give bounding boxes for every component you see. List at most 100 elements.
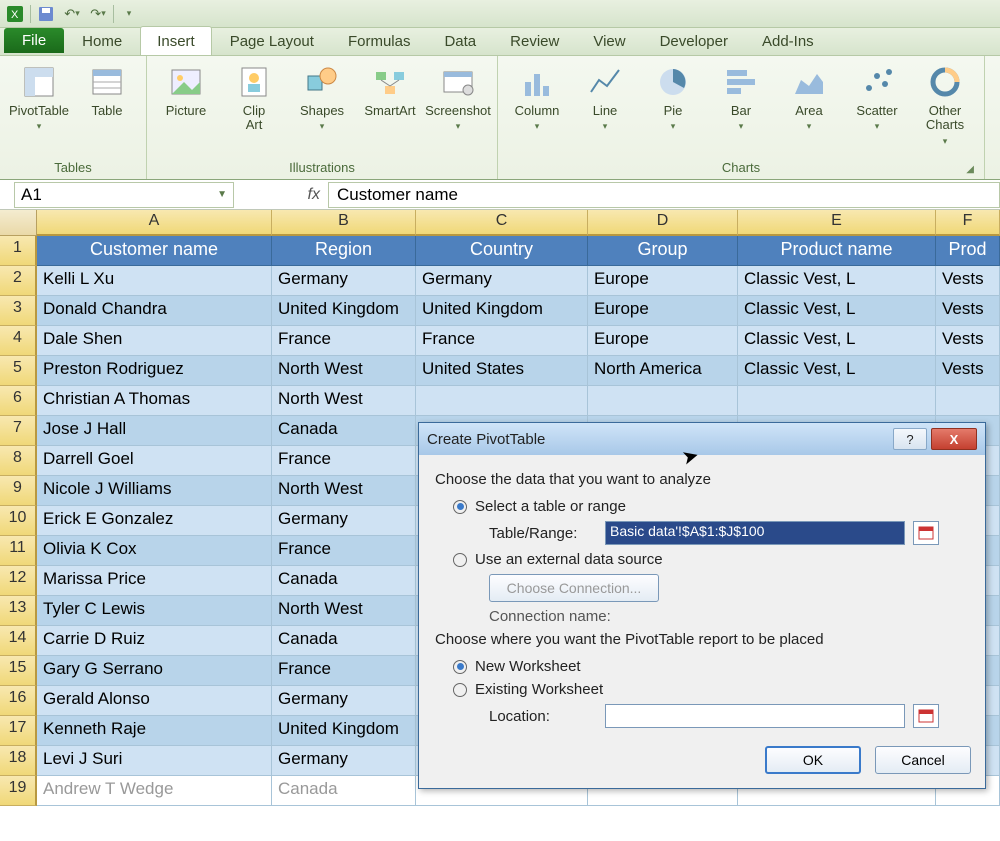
row-header[interactable]: 17 (0, 716, 37, 746)
cell[interactable]: Donald Chandra (37, 296, 272, 326)
cell[interactable]: Germany (272, 686, 416, 716)
cell[interactable]: North America (588, 356, 738, 386)
row-header[interactable]: 11 (0, 536, 37, 566)
ribbon-shapes-button[interactable]: Shapes▾ (291, 60, 353, 135)
cell[interactable]: Dale Shen (37, 326, 272, 356)
location-input[interactable] (605, 704, 905, 728)
qat-customize-icon[interactable]: ▾ (118, 3, 140, 25)
row-header[interactable]: 3 (0, 296, 37, 326)
row-header[interactable]: 16 (0, 686, 37, 716)
formula-bar[interactable]: Customer name (328, 182, 1000, 208)
ribbon-smartart-button[interactable]: SmartArt (359, 60, 421, 120)
cell[interactable]: Europe (588, 296, 738, 326)
close-button[interactable]: X (931, 428, 977, 450)
ribbon-area-button[interactable]: Area▾ (778, 60, 840, 135)
undo-icon[interactable]: ↶ ▾ (61, 3, 83, 25)
tab-home[interactable]: Home (66, 27, 138, 55)
dialog-titlebar[interactable]: Create PivotTable ? X (419, 423, 985, 455)
cell[interactable]: Europe (588, 326, 738, 356)
ribbon-other-charts-button[interactable]: OtherCharts▾ (914, 60, 976, 149)
row-header[interactable]: 5 (0, 356, 37, 386)
row-header[interactable]: 8 (0, 446, 37, 476)
cell[interactable]: United Kingdom (272, 716, 416, 746)
column-header[interactable]: E (738, 210, 936, 236)
column-label-cell[interactable]: Group (588, 236, 738, 266)
cell[interactable]: Germany (272, 746, 416, 776)
collapse-dialog-icon[interactable] (913, 521, 939, 545)
cell[interactable]: Canada (272, 566, 416, 596)
cell[interactable]: France (272, 446, 416, 476)
cell[interactable]: United Kingdom (272, 296, 416, 326)
cell[interactable]: France (416, 326, 588, 356)
cell[interactable]: Erick E Gonzalez (37, 506, 272, 536)
column-label-cell[interactable]: Region (272, 236, 416, 266)
row-header[interactable]: 6 (0, 386, 37, 416)
cell[interactable]: Vests (936, 296, 1000, 326)
cell[interactable]: France (272, 656, 416, 686)
cell[interactable]: North West (272, 596, 416, 626)
cell[interactable]: North West (272, 356, 416, 386)
cell[interactable]: Canada (272, 626, 416, 656)
cell[interactable]: Canada (272, 776, 416, 806)
row-header[interactable]: 12 (0, 566, 37, 596)
ribbon-column-button[interactable]: Column▾ (506, 60, 568, 135)
column-label-cell[interactable]: Country (416, 236, 588, 266)
table-range-input[interactable]: Basic data'!$A$1:$J$100 (605, 521, 905, 545)
cell[interactable]: Olivia K Cox (37, 536, 272, 566)
cancel-button[interactable]: Cancel (875, 746, 971, 774)
cell[interactable]: Preston Rodriguez (37, 356, 272, 386)
cell[interactable] (588, 386, 738, 416)
row-header[interactable]: 13 (0, 596, 37, 626)
chevron-down-icon[interactable]: ▼ (217, 189, 227, 200)
row-header[interactable]: 7 (0, 416, 37, 446)
cell[interactable]: Canada (272, 416, 416, 446)
ribbon-bar-button[interactable]: Bar▾ (710, 60, 772, 135)
row-header[interactable]: 15 (0, 656, 37, 686)
ribbon-picture-button[interactable]: Picture (155, 60, 217, 120)
radio-new-worksheet[interactable]: New Worksheet (453, 658, 969, 675)
cell[interactable]: Jose J Hall (37, 416, 272, 446)
cell[interactable]: Christian A Thomas (37, 386, 272, 416)
cell[interactable]: North West (272, 386, 416, 416)
column-header[interactable]: F (936, 210, 1000, 236)
row-header[interactable]: 18 (0, 746, 37, 776)
ribbon-clip-art-button[interactable]: ClipArt (223, 60, 285, 135)
tab-add-ins[interactable]: Add-Ins (746, 27, 830, 55)
cell[interactable]: North West (272, 476, 416, 506)
cell[interactable] (738, 386, 936, 416)
tab-developer[interactable]: Developer (644, 27, 744, 55)
cell[interactable]: Levi J Suri (37, 746, 272, 776)
cell[interactable]: France (272, 536, 416, 566)
row-header[interactable]: 10 (0, 506, 37, 536)
tab-review[interactable]: Review (494, 27, 575, 55)
row-header[interactable]: 4 (0, 326, 37, 356)
column-header[interactable]: A (37, 210, 272, 236)
cell[interactable]: Classic Vest, L (738, 266, 936, 296)
cell[interactable]: Vests (936, 356, 1000, 386)
ribbon-scatter-button[interactable]: Scatter▾ (846, 60, 908, 135)
ribbon-screenshot-button[interactable]: Screenshot▾ (427, 60, 489, 135)
cell[interactable]: Carrie D Ruiz (37, 626, 272, 656)
cell[interactable]: France (272, 326, 416, 356)
cell[interactable]: United Kingdom (416, 296, 588, 326)
cell[interactable]: Europe (588, 266, 738, 296)
row-header[interactable]: 1 (0, 236, 37, 266)
row-header[interactable]: 19 (0, 776, 37, 806)
tab-insert[interactable]: Insert (140, 26, 212, 55)
ribbon-pivottable-button[interactable]: PivotTable▾ (8, 60, 70, 135)
name-box[interactable]: A1 ▼ (14, 182, 234, 208)
cell[interactable]: Tyler C Lewis (37, 596, 272, 626)
cell[interactable]: Marissa Price (37, 566, 272, 596)
cell[interactable]: Kenneth Raje (37, 716, 272, 746)
column-label-cell[interactable]: Customer name (37, 236, 272, 266)
cell[interactable]: United States (416, 356, 588, 386)
ribbon-table-button[interactable]: Table (76, 60, 138, 120)
column-label-cell[interactable]: Prod (936, 236, 1000, 266)
radio-select-range[interactable]: Select a table or range (453, 498, 969, 515)
fx-icon[interactable]: fx (308, 186, 320, 204)
cell[interactable]: Gerald Alonso (37, 686, 272, 716)
cell[interactable]: Andrew T Wedge (37, 776, 272, 806)
ribbon-pie-button[interactable]: Pie▾ (642, 60, 704, 135)
column-header[interactable]: B (272, 210, 416, 236)
ribbon-line-button[interactable]: Line▾ (574, 60, 636, 135)
